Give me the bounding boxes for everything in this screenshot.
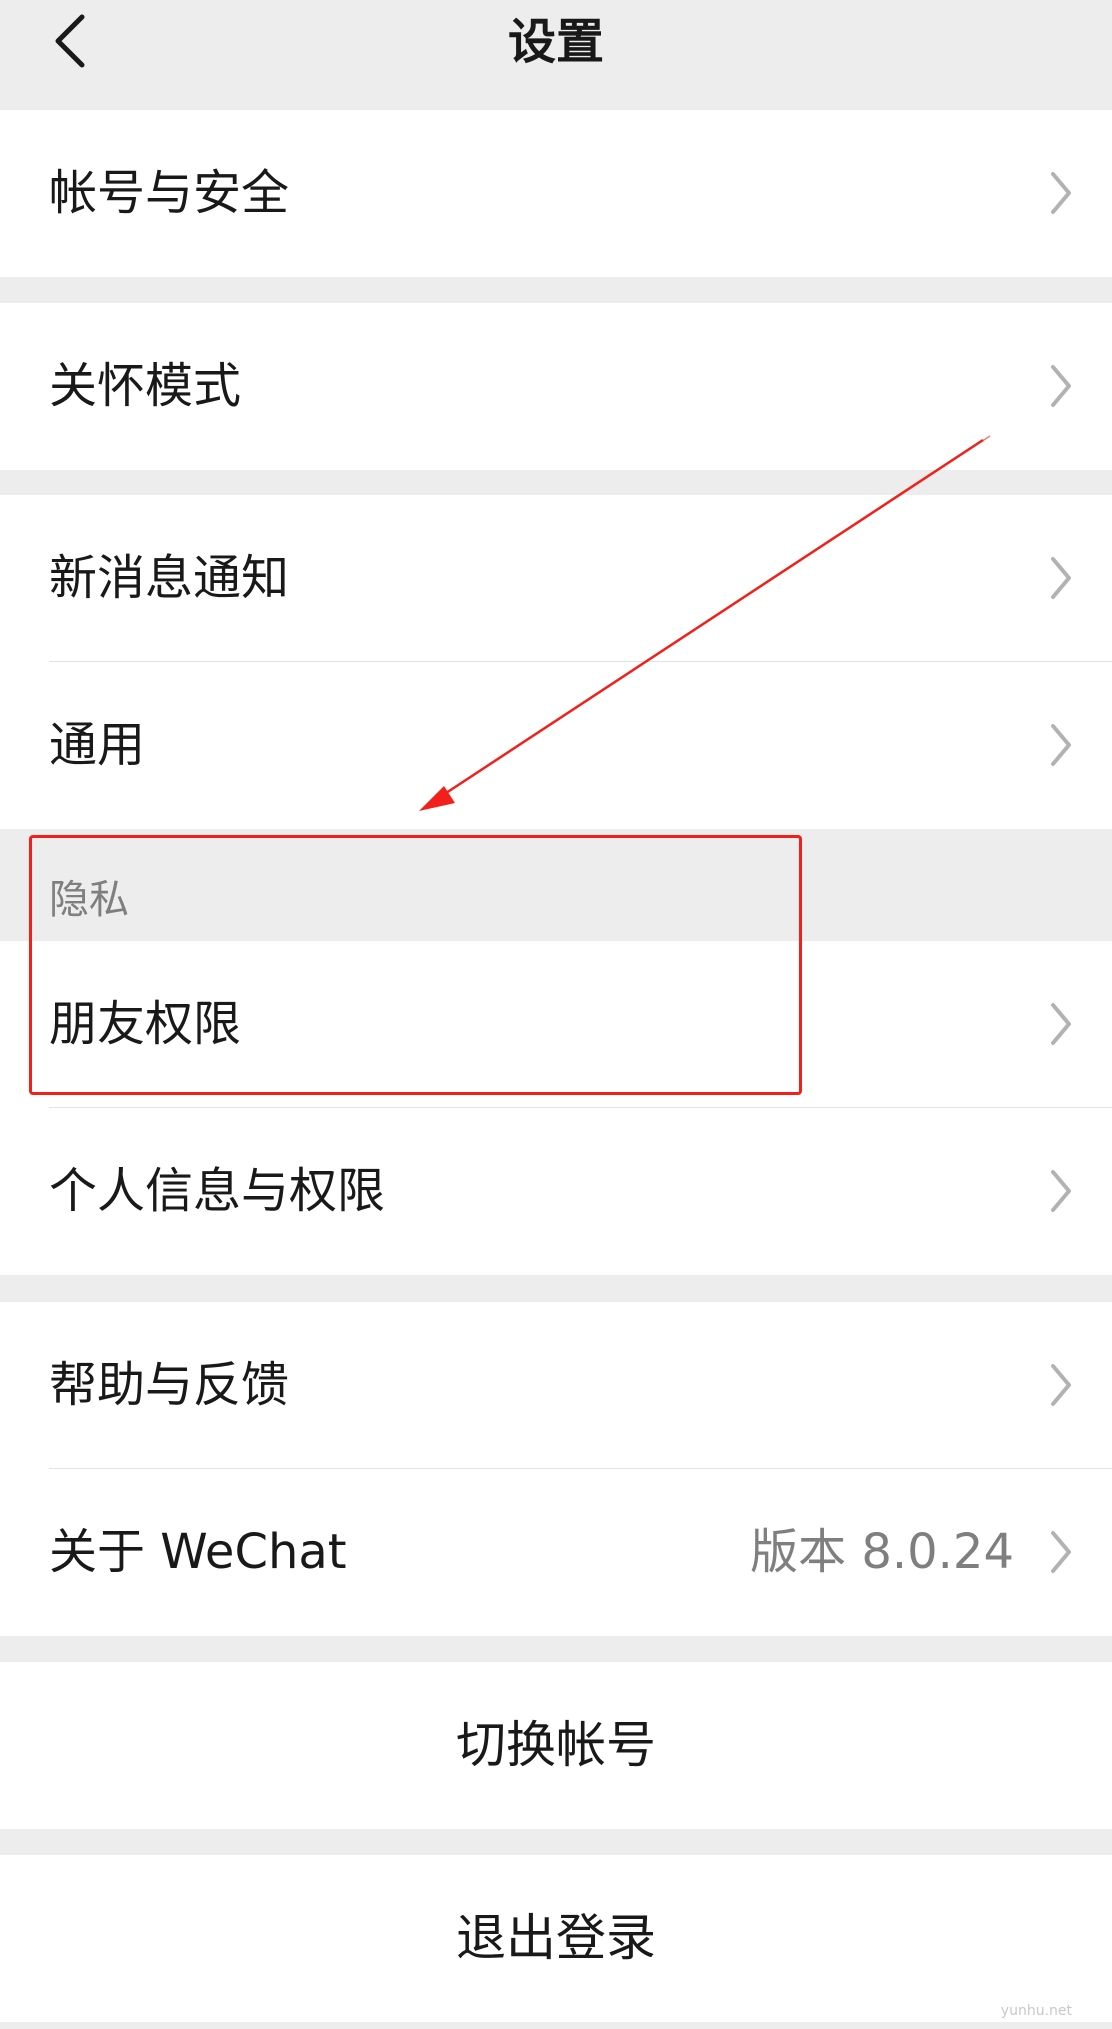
section-header-label: 隐私 [49,877,129,923]
row-general[interactable]: 通用 [0,662,1112,829]
row-label: 帐号与安全 [49,165,290,221]
chevron-right-icon [1051,724,1071,766]
row-help-feedback[interactable]: 帮助与反馈 [0,1302,1112,1469]
row-care-mode[interactable]: 关怀模式 [0,303,1112,470]
chevron-right-icon [1051,1003,1071,1045]
row-account-security[interactable]: 帐号与安全 [0,110,1112,277]
row-label: 帮助与反馈 [49,1357,290,1413]
section-header-privacy: 隐私 [0,829,1112,941]
row-friend-permissions[interactable]: 朋友权限 [0,941,1112,1108]
row-label: 关于 WeChat [49,1524,347,1580]
row-notifications[interactable]: 新消息通知 [0,495,1112,662]
version-value: 版本 8.0.24 [750,1524,1014,1580]
row-personal-info[interactable]: 个人信息与权限 [0,1108,1112,1275]
row-label: 个人信息与权限 [49,1163,386,1219]
chevron-right-icon [1051,1364,1071,1406]
row-label: 新消息通知 [49,550,290,606]
row-label: 朋友权限 [49,996,242,1052]
chevron-right-icon [1051,172,1071,214]
chevron-right-icon [1051,1170,1071,1212]
watermark-text: yunhu.net [1000,2003,1072,2019]
logout-button[interactable]: 退出登录 [0,1855,1112,2022]
chevron-right-icon [1051,1531,1071,1573]
switch-account-button[interactable]: 切换帐号 [0,1662,1112,1829]
row-label: 关怀模式 [49,358,242,414]
row-about-wechat[interactable]: 关于 WeChat 版本 8.0.24 [0,1469,1112,1636]
page-title: 设置 [507,14,604,70]
chevron-right-icon [1051,365,1071,407]
row-label: 通用 [49,717,146,773]
chevron-right-icon [1051,557,1071,599]
nav-bar: 设置 [0,0,1112,110]
